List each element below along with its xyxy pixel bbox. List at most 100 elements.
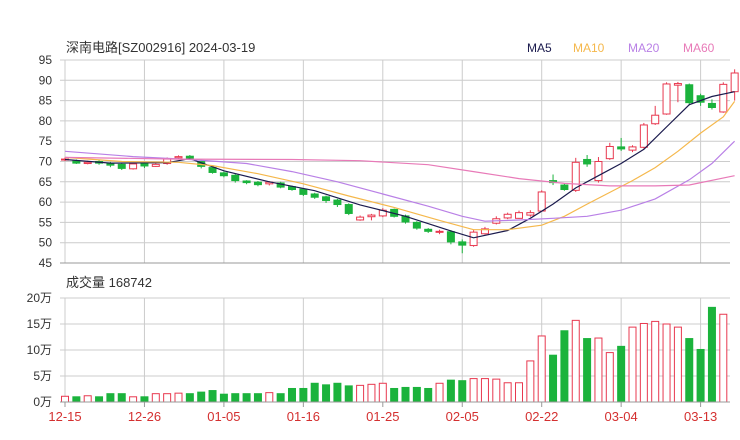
candle-body <box>106 163 115 166</box>
volume-bar <box>549 354 558 403</box>
volume-bar <box>83 395 92 403</box>
legend-ma20: MA20 <box>628 41 660 55</box>
candle-body <box>253 181 262 186</box>
price-tick-label: 90 <box>39 73 53 87</box>
candle-body <box>242 180 251 184</box>
volume-bar <box>322 384 331 403</box>
volume-bar <box>685 338 694 403</box>
candle-body <box>174 156 183 159</box>
price-tick-label: 45 <box>39 256 53 270</box>
candle-body <box>707 102 716 109</box>
candle-body <box>446 231 455 243</box>
volume-bar <box>140 396 149 403</box>
chart-legend: MA5 MA10 MA20 MA60 <box>527 41 715 55</box>
volume-bar <box>299 387 308 403</box>
volume-bar <box>185 393 194 403</box>
price-tick-label: 65 <box>39 175 53 189</box>
candle-body <box>515 212 523 219</box>
volume-bar <box>310 382 319 403</box>
price-tick-label: 60 <box>39 195 53 209</box>
volume-bar <box>617 345 626 403</box>
volume-bar <box>458 380 467 403</box>
candle-body <box>231 174 240 182</box>
x-tick-label: 03-13 <box>684 409 717 424</box>
x-tick-label: 03-04 <box>605 409 638 424</box>
x-tick-label: 02-22 <box>525 409 558 424</box>
volume-bar <box>163 393 172 403</box>
candle-body <box>685 84 694 104</box>
volume-y-axis: 0万 5万 10万 15万 20万 <box>27 291 52 409</box>
volume-bar <box>197 391 206 403</box>
candle-body <box>83 161 92 165</box>
candle-body <box>140 163 149 167</box>
x-tick-label: 01-25 <box>366 409 399 424</box>
candle-body <box>412 221 421 229</box>
candle-body <box>424 228 433 232</box>
volume-bar <box>515 382 523 403</box>
candle-body <box>719 83 728 113</box>
volume-bar <box>344 385 353 403</box>
moving-average-lines <box>64 91 736 239</box>
volume-bar <box>219 393 228 403</box>
candle-body <box>435 230 444 233</box>
volume-bar <box>276 393 285 403</box>
volume-bars <box>61 306 728 403</box>
volume-bar <box>696 348 705 403</box>
candle-body <box>219 172 228 177</box>
volume-bar <box>492 378 501 403</box>
volume-bar <box>72 396 81 403</box>
volume-bar <box>265 392 274 403</box>
volume-bar <box>662 323 671 403</box>
candle-body <box>333 199 342 206</box>
volume-bar <box>424 387 433 403</box>
candle-body <box>526 212 535 216</box>
candle-body <box>322 196 331 201</box>
volume-bar <box>628 326 637 403</box>
volume-bar <box>129 396 138 403</box>
candle-body <box>730 72 739 93</box>
volume-bar <box>333 382 342 403</box>
x-tick-label: 01-16 <box>287 409 320 424</box>
volume-bar <box>560 330 569 403</box>
price-tick-label: 85 <box>39 94 53 108</box>
volume-bar <box>106 393 115 403</box>
price-tick-label: 80 <box>39 114 53 128</box>
volume-bar <box>480 378 489 403</box>
candle-body <box>208 167 217 173</box>
volume-bar <box>594 337 603 403</box>
legend-ma5: MA5 <box>527 41 552 55</box>
volume-bar <box>242 393 251 403</box>
volume-bar <box>639 322 648 403</box>
volume-bar <box>526 360 535 403</box>
x-tick-label: 01-05 <box>207 409 240 424</box>
volume-label: 成交量 168742 <box>66 275 152 290</box>
volume-bar <box>390 387 399 403</box>
x-tick-label: 12-15 <box>48 409 81 424</box>
volume-bar <box>288 387 296 403</box>
volume-tick-label: 10万 <box>27 343 52 357</box>
volume-bar <box>151 393 160 403</box>
price-y-axis: 45 50 55 60 65 70 75 80 85 90 95 <box>39 53 53 270</box>
candle-body <box>594 161 603 182</box>
legend-ma10: MA10 <box>573 41 605 55</box>
chart-title: 深南电路[SZ002916] 2024-03-19 <box>66 40 255 55</box>
volume-bar <box>673 326 682 403</box>
candle-body <box>367 214 376 218</box>
date-x-axis: 12-15 12-26 01-05 01-16 01-25 02-05 02-22 03-04… <box>48 401 730 424</box>
volume-bar <box>174 392 183 403</box>
volume-tick-label: 20万 <box>27 291 52 305</box>
legend-ma60: MA60 <box>683 41 715 55</box>
price-tick-label: 55 <box>39 215 53 229</box>
candle-body <box>344 204 353 214</box>
candle-body <box>117 163 126 169</box>
candle-body <box>617 146 626 150</box>
volume-tick-label: 15万 <box>27 317 52 331</box>
price-tick-label: 95 <box>39 53 53 67</box>
volume-bar <box>651 320 660 403</box>
candle-body <box>469 231 478 247</box>
candle-body <box>639 124 648 148</box>
candle-body <box>310 193 319 198</box>
volume-tick-label: 0万 <box>33 395 52 409</box>
volume-bar <box>605 352 614 403</box>
volume-tick-label: 5万 <box>33 369 52 383</box>
